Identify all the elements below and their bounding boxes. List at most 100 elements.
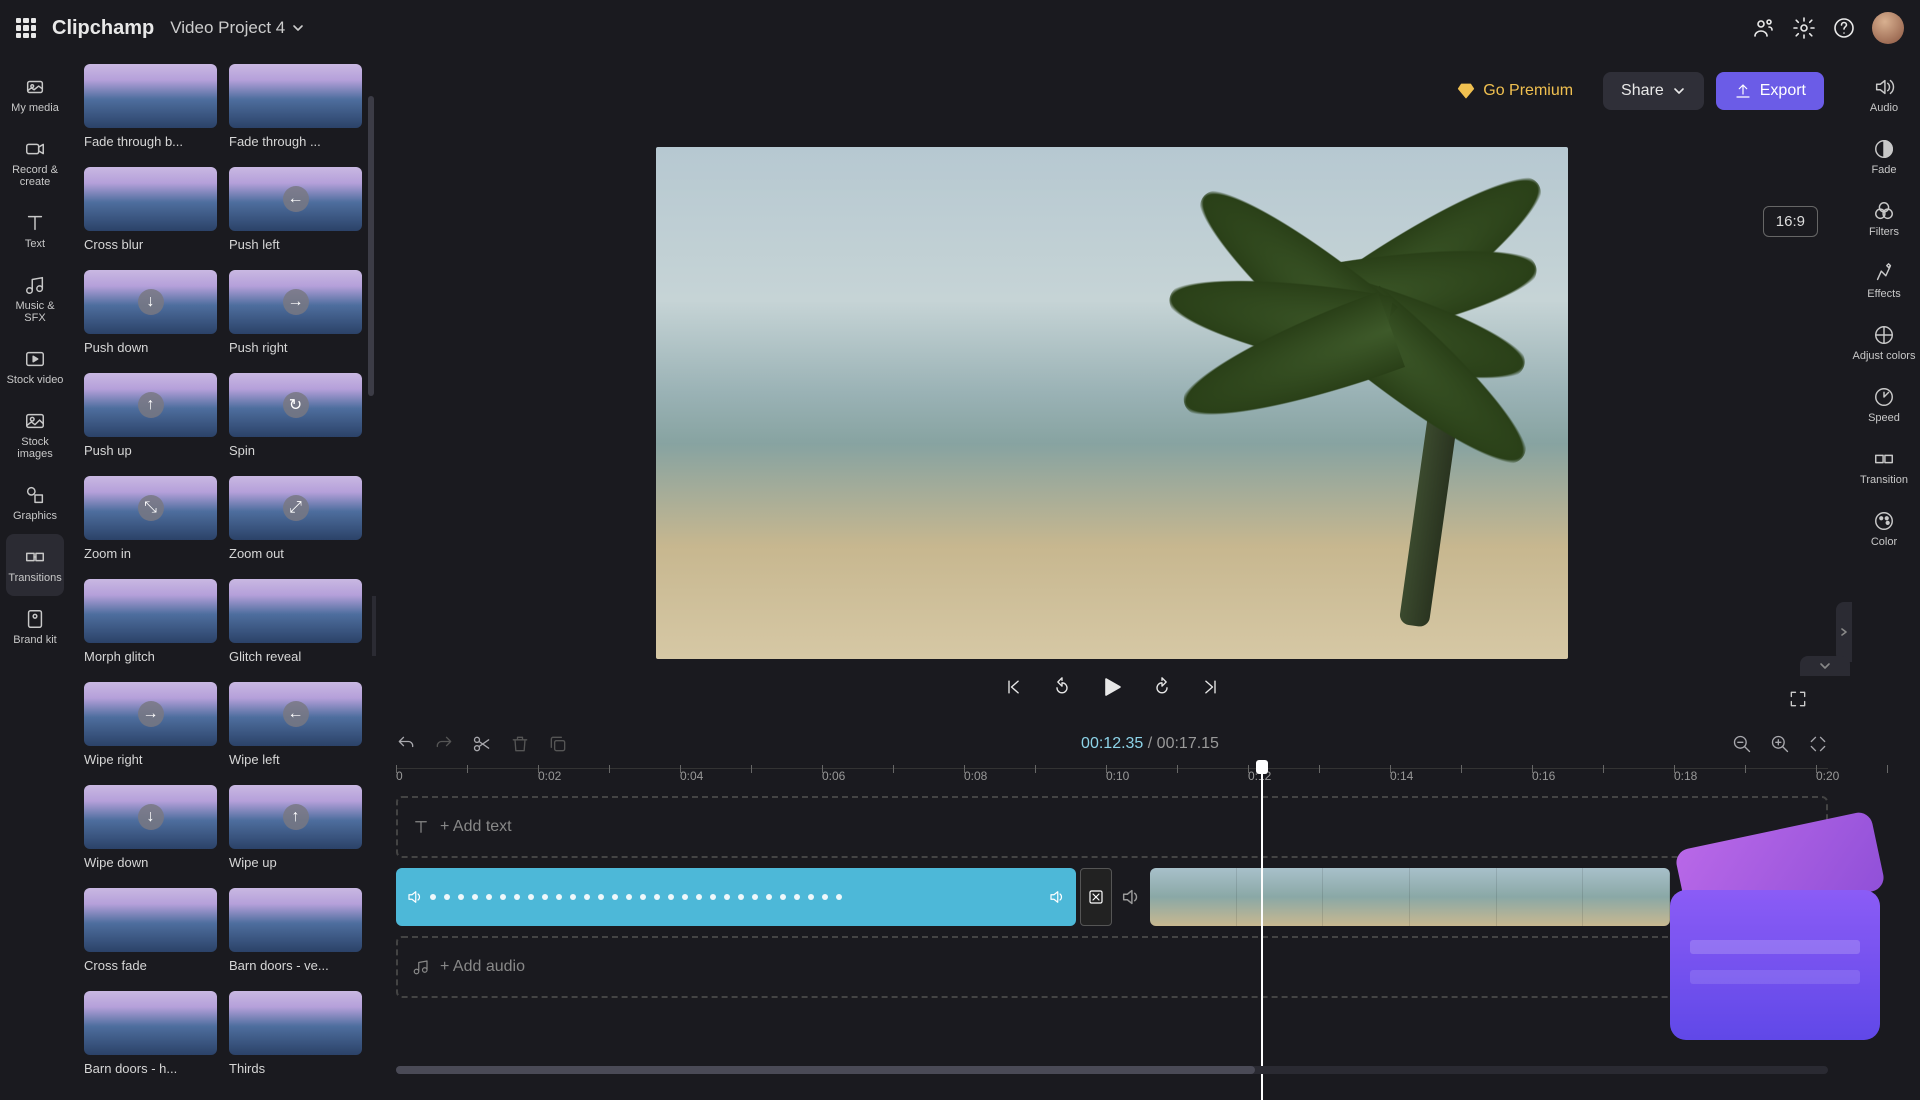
transition-item[interactable]: →Wipe right: [84, 682, 217, 767]
panel-scrollbar[interactable]: [368, 96, 374, 396]
aspect-ratio-button[interactable]: 16:9: [1763, 206, 1818, 237]
ruler-mark: 0:14: [1390, 769, 1413, 783]
rightbar-item-audio[interactable]: Audio: [1848, 64, 1920, 126]
playhead[interactable]: [1261, 766, 1263, 1100]
right-panel-collapse-button[interactable]: [1836, 602, 1852, 662]
transition-item[interactable]: Cross fade: [84, 888, 217, 973]
ruler-mark: 0:02: [538, 769, 561, 783]
ruler-mark: 0:08: [964, 769, 987, 783]
ruler-mark: 0:18: [1674, 769, 1697, 783]
project-name-dropdown[interactable]: Video Project 4: [170, 18, 305, 38]
transition-item[interactable]: ↑Push up: [84, 373, 217, 458]
sidebar-item-my-media[interactable]: My media: [0, 64, 70, 126]
transition-item[interactable]: Barn doors - h...: [84, 991, 217, 1076]
add-text-label: + Add text: [440, 818, 512, 836]
audio-track-placeholder[interactable]: + Add audio: [396, 936, 1828, 998]
fit-zoom-button[interactable]: [1808, 734, 1828, 754]
transition-item[interactable]: ↓Push down: [84, 270, 217, 355]
sidebar-item-text[interactable]: Text: [0, 200, 70, 262]
fullscreen-button[interactable]: [1788, 689, 1808, 714]
rightbar-item-filters[interactable]: Filters: [1848, 188, 1920, 250]
project-name-text: Video Project 4: [170, 18, 285, 38]
zoom-out-button[interactable]: [1732, 734, 1752, 754]
transition-item[interactable]: ↓Wipe down: [84, 785, 217, 870]
sidebar-item-record-create[interactable]: Record & create: [0, 126, 70, 200]
export-button[interactable]: Export: [1716, 72, 1824, 110]
sidebar-item-graphics[interactable]: Graphics: [0, 472, 70, 534]
timeline-scrollbar[interactable]: [396, 1066, 1828, 1074]
skip-forward-button[interactable]: [1200, 677, 1220, 697]
music-icon: [412, 958, 430, 976]
rightbar-item-effects[interactable]: Effects: [1848, 250, 1920, 312]
transition-item[interactable]: Barn doors - ve...: [229, 888, 362, 973]
transition-item[interactable]: Glitch reveal: [229, 579, 362, 664]
gem-icon: [1457, 82, 1475, 100]
volume-icon: [406, 888, 424, 906]
sidebar-item-stock-images[interactable]: Stock images: [0, 398, 70, 472]
transition-item[interactable]: →Push right: [229, 270, 362, 355]
invite-icon[interactable]: [1752, 16, 1776, 40]
transition-item[interactable]: ←Push left: [229, 167, 362, 252]
ruler-mark: 0: [396, 769, 403, 783]
transition-item[interactable]: ⤡Zoom in: [84, 476, 217, 561]
video-track[interactable]: [396, 866, 1828, 928]
rewind-5s-button[interactable]: [1052, 677, 1072, 697]
ruler-mark: 0:06: [822, 769, 845, 783]
transition-item[interactable]: Thirds: [229, 991, 362, 1076]
add-audio-label: + Add audio: [440, 958, 525, 976]
skip-back-button[interactable]: [1004, 677, 1024, 697]
transition-item[interactable]: Morph glitch: [84, 579, 217, 664]
sidebar-item-music-sfx[interactable]: Music & SFX: [0, 262, 70, 336]
chevron-down-icon: [1672, 84, 1686, 98]
play-button[interactable]: [1100, 675, 1124, 699]
rightbar-item-color[interactable]: Color: [1848, 498, 1920, 560]
split-button[interactable]: [472, 734, 492, 754]
brand-label: Clipchamp: [52, 17, 154, 40]
sidebar-item-transitions[interactable]: Transitions: [6, 534, 64, 596]
duplicate-button: [548, 734, 568, 754]
left-sidebar: My mediaRecord & createTextMusic & SFXSt…: [0, 56, 70, 1080]
transition-item[interactable]: ←Wipe left: [229, 682, 362, 767]
text-icon: [412, 818, 430, 836]
rightbar-item-adjust-colors[interactable]: Adjust colors: [1848, 312, 1920, 374]
timeline-ruler[interactable]: 00:020:040:060:080:100:120:140:160:180:2…: [396, 768, 1828, 796]
rightbar-item-fade[interactable]: Fade: [1848, 126, 1920, 188]
settings-icon[interactable]: [1792, 16, 1816, 40]
sidebar-item-stock-video[interactable]: Stock video: [0, 336, 70, 398]
share-label: Share: [1621, 82, 1664, 100]
delete-button: [510, 734, 530, 754]
user-avatar[interactable]: [1872, 12, 1904, 44]
redo-button: [434, 734, 454, 754]
rightbar-item-speed[interactable]: Speed: [1848, 374, 1920, 436]
forward-5s-button[interactable]: [1152, 677, 1172, 697]
undo-button[interactable]: [396, 734, 416, 754]
ruler-mark: 0:20: [1816, 769, 1839, 783]
video-clip[interactable]: [1150, 868, 1670, 926]
sidebar-item-brand-kit[interactable]: Brand kit: [0, 596, 70, 658]
transition-item[interactable]: ↻Spin: [229, 373, 362, 458]
timeline-collapse-button[interactable]: [1800, 656, 1850, 676]
help-icon[interactable]: [1832, 16, 1856, 40]
go-premium-label: Go Premium: [1483, 82, 1573, 100]
audio-clip[interactable]: [396, 868, 1076, 926]
transition-marker[interactable]: [1080, 868, 1112, 926]
time-display: 00:12.35 / 00:17.15: [586, 735, 1714, 753]
go-premium-button[interactable]: Go Premium: [1439, 72, 1591, 110]
transition-item[interactable]: ↑Wipe up: [229, 785, 362, 870]
transition-item[interactable]: Fade through b...: [84, 64, 217, 149]
transition-item[interactable]: Cross blur: [84, 167, 217, 252]
ruler-mark: 0:04: [680, 769, 703, 783]
text-track-placeholder[interactable]: + Add text: [396, 796, 1828, 858]
app-launcher-icon[interactable]: [16, 18, 36, 38]
chevron-down-icon: [291, 21, 305, 35]
transition-item[interactable]: ⤢Zoom out: [229, 476, 362, 561]
rightbar-item-transition[interactable]: Transition: [1848, 436, 1920, 498]
share-button[interactable]: Share: [1603, 72, 1704, 110]
volume-icon[interactable]: [1120, 886, 1142, 908]
export-label: Export: [1760, 82, 1806, 100]
video-preview[interactable]: [656, 147, 1568, 659]
ruler-mark: 0:10: [1106, 769, 1129, 783]
zoom-in-button[interactable]: [1770, 734, 1790, 754]
transitions-panel: Fade through b...Fade through ...Cross b…: [70, 56, 376, 1080]
transition-item[interactable]: Fade through ...: [229, 64, 362, 149]
